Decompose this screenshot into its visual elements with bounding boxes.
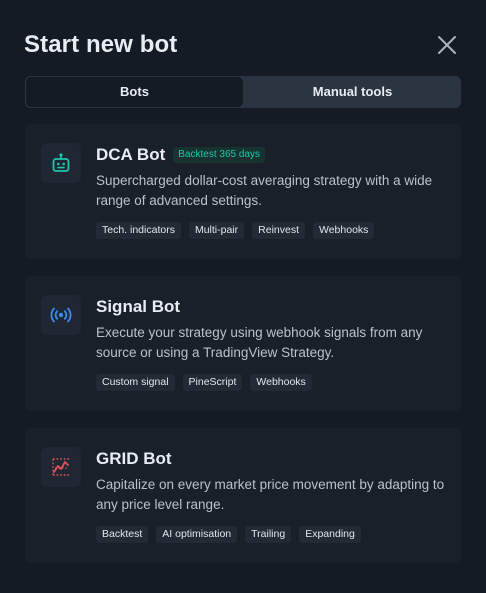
- bot-card-signal[interactable]: Signal Bot Execute your strategy using w…: [25, 276, 461, 411]
- bot-tags: Custom signal PineScript Webhooks: [96, 374, 449, 391]
- bot-description: Supercharged dollar-cost averaging strat…: [96, 173, 433, 208]
- tag-chip: Tech. indicators: [96, 222, 181, 239]
- bot-type-tabs: Bots Manual tools: [25, 76, 461, 108]
- tag-chip: AI optimisation: [156, 526, 238, 543]
- tag-chip: Backtest: [96, 526, 149, 543]
- tag-chip: PineScript: [182, 374, 243, 391]
- bot-card-dca[interactable]: DCA Bot Backtest 365 days Supercharged d…: [25, 124, 461, 259]
- tag-chip: Trailing: [245, 526, 292, 543]
- grid-chart-icon: [41, 447, 81, 487]
- tag-chip: Reinvest: [252, 222, 305, 239]
- start-new-bot-dialog: Start new bot Bots Manual tools DCA Bot: [0, 0, 486, 593]
- bot-title-row: GRID Bot: [96, 447, 449, 471]
- bot-tags: Tech. indicators Multi-pair Reinvest Web…: [96, 222, 449, 239]
- bot-card-body: DCA Bot Backtest 365 days Supercharged d…: [96, 143, 449, 239]
- dialog-header: Start new bot: [24, 28, 462, 62]
- tag-chip: Expanding: [299, 526, 361, 543]
- signal-broadcast-icon: [41, 295, 81, 335]
- tab-bots[interactable]: Bots: [25, 76, 244, 108]
- bot-name: GRID Bot: [96, 449, 172, 468]
- bot-card-body: GRID Bot Capitalize on every market pric…: [96, 447, 449, 543]
- bot-title-row: Signal Bot: [96, 295, 449, 319]
- bot-name: Signal Bot: [96, 297, 181, 316]
- bot-description: Execute your strategy using webhook sign…: [96, 325, 423, 360]
- bot-title-row: DCA Bot Backtest 365 days: [96, 143, 449, 167]
- bot-name: DCA Bot: [96, 145, 166, 164]
- dialog-title: Start new bot: [24, 31, 178, 58]
- bot-card-grid[interactable]: GRID Bot Capitalize on every market pric…: [25, 428, 461, 563]
- close-icon[interactable]: [436, 34, 458, 56]
- robot-icon: [41, 143, 81, 183]
- bot-description: Capitalize on every market price movemen…: [96, 477, 445, 512]
- bot-tags: Backtest AI optimisation Trailing Expand…: [96, 526, 449, 543]
- backtest-badge: Backtest 365 days: [173, 147, 265, 163]
- tag-chip: Multi-pair: [188, 222, 245, 239]
- tab-manual-tools[interactable]: Manual tools: [244, 76, 461, 108]
- bot-card-body: Signal Bot Execute your strategy using w…: [96, 295, 449, 391]
- tag-chip: Custom signal: [96, 374, 175, 391]
- tag-chip: Webhooks: [250, 374, 312, 391]
- tag-chip: Webhooks: [313, 222, 375, 239]
